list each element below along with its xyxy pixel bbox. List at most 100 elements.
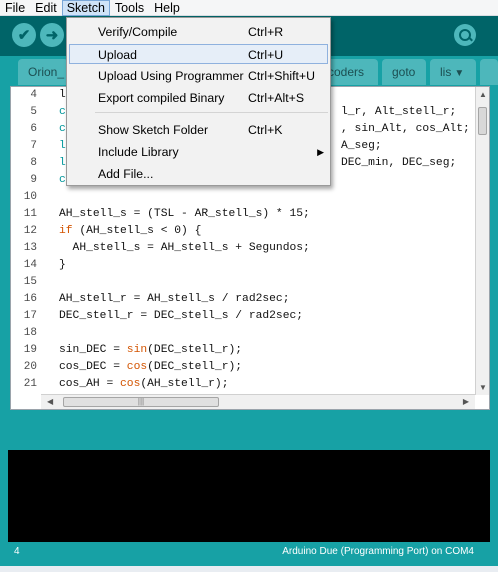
code-line-17: DEC_stell_r = DEC_stell_s / rad2sec; [59,310,304,322]
code-line-16: AH_stell_r = AH_stell_s / rad2sec; [59,293,290,305]
line-number: 15 [23,276,37,288]
code-line-8-end: DEC_min, DEC_seg; [341,157,457,169]
line-number: 7 [30,140,37,152]
menu-file[interactable]: File [0,0,30,16]
menu-item-shortcut: Ctrl+U [248,48,284,62]
line-number: 10 [23,191,37,203]
line-number: 12 [23,225,37,237]
code-line-8-start: l [59,157,66,169]
scroll-up-icon[interactable]: ▲ [479,90,487,99]
menu-item-include-library[interactable]: Include Library ▶ [69,142,328,162]
menu-item-label: Upload Using Programmer [98,69,244,83]
code-line-21: cos_AH = cos(AH_stell_r); [59,378,229,390]
tab-lis[interactable]: lis ▼ [430,59,476,85]
vertical-scroll-thumb[interactable] [478,107,487,135]
menu-item-label: Include Library [98,145,179,159]
function-cos: cos [120,378,141,390]
line-number: 11 [23,208,37,220]
line-number: 4 [30,89,37,101]
vertical-scrollbar[interactable]: ▲ ▼ [475,87,489,395]
code-line-19-a: sin_DEC = [59,344,127,356]
message-area [0,410,498,450]
upload-button[interactable]: ➜ [40,23,64,47]
code-line-13: AH_stell_s = AH_stell_s + Segundos; [59,242,310,254]
code-line-12: if (AH_stell_s < 0) { [59,225,201,237]
menu-item-label: Add File... [98,167,154,181]
line-number: 17 [23,310,37,322]
menu-item-show-sketch-folder[interactable]: Show Sketch Folder Ctrl+K [69,120,328,140]
status-bar: 4 Arduino Due (Programming Port) on COM4 [8,542,490,562]
menu-separator [95,112,328,113]
sketch-menu-dropdown: Verify/Compile Ctrl+R Upload Ctrl+U Uplo… [66,17,331,186]
code-line-20: cos_DEC = cos(DEC_stell_r); [59,361,242,373]
code-line-6-end: , sin_Alt, cos_Alt; [341,123,470,135]
menu-item-label: Export compiled Binary [98,91,225,105]
menu-help[interactable]: Help [149,0,185,16]
menu-item-export-compiled-binary[interactable]: Export compiled Binary Ctrl+Alt+S [69,88,328,108]
horizontal-scroll-thumb[interactable]: ||| [63,397,219,407]
horizontal-scrollbar[interactable]: ◀ ||| ▶ [41,394,475,409]
scroll-right-icon[interactable]: ▶ [463,397,469,406]
caret-down-icon: ▼ [454,68,465,79]
menu-item-upload[interactable]: Upload Ctrl+U [69,44,328,64]
code-line-9: c [59,174,66,186]
menu-item-shortcut: Ctrl+Shift+U [248,69,315,83]
line-number: 14 [23,259,37,271]
check-icon: ✔ [17,27,31,44]
code-line-6-start: c [59,123,66,135]
menu-sketch[interactable]: Sketch [61,0,110,16]
line-number: 8 [30,157,37,169]
serial-monitor-button[interactable] [454,24,476,46]
arduino-ide-window: File Edit Sketch Tools Help ✔ ➜ Orion_ c… [0,0,498,566]
code-line-20-b: (DEC_stell_r); [147,361,243,373]
keyword-if: if [59,225,73,237]
line-number: 5 [30,106,37,118]
code-line-5-end: l_r, Alt_stell_r; [341,106,457,118]
code-line-20-a: cos_DEC = [59,361,127,373]
scroll-down-icon[interactable]: ▼ [479,383,487,392]
verify-button[interactable]: ✔ [12,23,36,47]
tab-orion[interactable]: Orion_ [18,59,68,85]
function-sin: sin [126,344,148,356]
menu-item-label: Show Sketch Folder [98,123,209,137]
menu-item-shortcut: Ctrl+R [248,25,284,39]
code-line-7-end: A_seg; [341,140,382,152]
line-number: 18 [23,327,37,339]
menu-tools[interactable]: Tools [110,0,149,16]
tab-overflow[interactable] [480,59,498,85]
code-line-21-b: (AH_stell_r); [140,378,229,390]
code-line-21-a: cos_AH = [59,378,121,390]
menu-item-verify-compile[interactable]: Verify/Compile Ctrl+R [69,22,328,42]
console-output[interactable] [8,450,490,542]
line-number: 20 [23,361,37,373]
function-cos: cos [126,361,148,373]
status-board-port: Arduino Due (Programming Port) on COM4 [282,546,474,557]
menu-item-shortcut: Ctrl+K [248,123,283,137]
menu-item-label: Verify/Compile [98,25,178,39]
code-line-19: sin_DEC = sin(DEC_stell_r); [59,344,242,356]
menu-item-upload-using-programmer[interactable]: Upload Using Programmer Ctrl+Shift+U [69,66,328,86]
scroll-left-icon[interactable]: ◀ [47,397,53,406]
code-line-19-b: (DEC_stell_r); [147,344,243,356]
arrow-right-icon: ➜ [45,27,59,44]
menu-bar: File Edit Sketch Tools Help [0,0,498,16]
line-number: 13 [23,242,37,254]
menu-item-add-file[interactable]: Add File... [69,164,328,184]
tab-lis-label: lis [440,65,452,79]
tab-goto[interactable]: goto [382,59,426,85]
code-line-7-start: l [59,140,66,152]
code-line-4: l [59,89,66,101]
menu-item-label: Upload [98,48,137,62]
status-line-number: 4 [14,546,20,557]
line-number: 16 [23,293,37,305]
line-number: 9 [30,174,37,186]
submenu-arrow-icon: ▶ [317,147,324,157]
line-number-gutter: 4 5 6 7 8 9 10 11 12 13 14 15 16 17 18 1… [11,87,41,395]
code-line-11: AH_stell_s = (TSL - AR_stell_s) * 15; [59,208,310,220]
menu-edit[interactable]: Edit [30,0,62,16]
line-number: 19 [23,344,37,356]
menu-item-shortcut: Ctrl+Alt+S [248,91,305,105]
desktop-strip [0,566,498,572]
code-line-5-start: c [59,106,66,118]
code-line-12-rest: (AH_stell_s < 0) { [72,225,202,237]
